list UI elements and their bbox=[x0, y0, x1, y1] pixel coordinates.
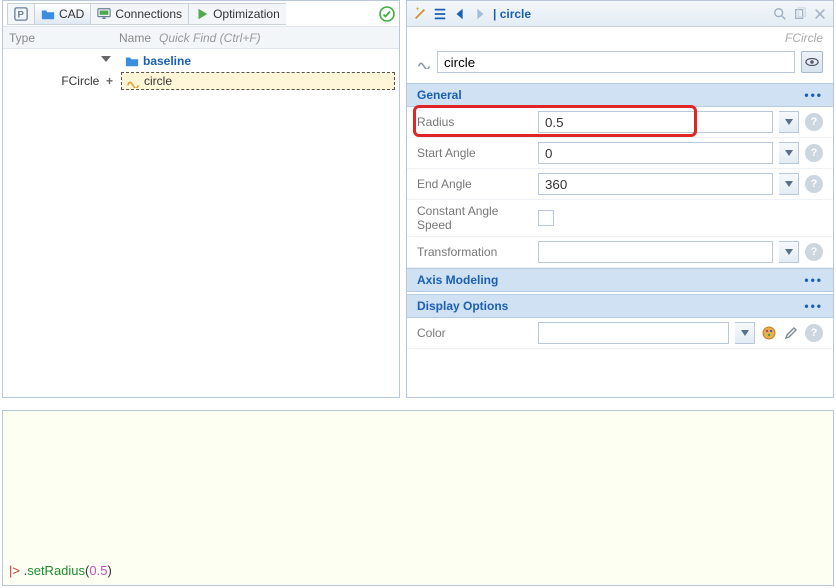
console[interactable]: |> .setRadius(0.5) bbox=[2, 410, 834, 586]
section-display[interactable]: Display Options••• bbox=[407, 294, 833, 318]
edit-icon[interactable] bbox=[783, 325, 799, 341]
svg-text:P: P bbox=[18, 9, 25, 20]
node-label: baseline bbox=[143, 54, 191, 68]
prev-icon[interactable] bbox=[453, 7, 467, 21]
curve-icon bbox=[126, 74, 140, 88]
help-icon[interactable]: ? bbox=[805, 243, 823, 261]
name-input[interactable] bbox=[437, 51, 795, 73]
wand-icon[interactable] bbox=[413, 7, 427, 21]
end-angle-label: End Angle bbox=[417, 177, 532, 191]
tree-header: Type Name Quick Find (Ctrl+F) bbox=[3, 27, 399, 49]
collapse-icon[interactable] bbox=[101, 56, 111, 66]
prop-constant-angle-speed: Constant Angle Speed bbox=[407, 200, 833, 237]
eye-icon bbox=[805, 55, 819, 69]
cas-label: Constant Angle Speed bbox=[417, 204, 532, 232]
cas-checkbox[interactable] bbox=[538, 210, 554, 226]
more-icon[interactable]: ••• bbox=[804, 299, 823, 313]
trans-input[interactable] bbox=[538, 241, 773, 263]
left-toolbar: P CAD Connections Optimization bbox=[3, 1, 399, 27]
tree-row-baseline[interactable]: baseline bbox=[7, 51, 395, 71]
search-icon[interactable] bbox=[773, 7, 787, 21]
radius-input[interactable] bbox=[538, 111, 773, 133]
curve-icon bbox=[417, 55, 431, 69]
more-icon[interactable]: ••• bbox=[804, 273, 823, 287]
palette-icon[interactable] bbox=[761, 325, 777, 341]
tab-cad-label: CAD bbox=[59, 7, 84, 21]
trans-label: Transformation bbox=[417, 245, 532, 259]
row-type: FCircle bbox=[61, 74, 99, 88]
section-axis[interactable]: Axis Modeling••• bbox=[407, 268, 833, 292]
node-label: circle bbox=[144, 74, 172, 88]
prop-color: Color ? bbox=[407, 318, 833, 349]
color-input[interactable] bbox=[538, 322, 729, 344]
more-icon[interactable]: ••• bbox=[804, 88, 823, 102]
color-label: Color bbox=[417, 326, 532, 340]
expand-icon[interactable]: + bbox=[106, 74, 113, 88]
chevron-down-icon[interactable] bbox=[779, 111, 799, 133]
name-row bbox=[407, 47, 833, 83]
chevron-down-icon[interactable] bbox=[779, 142, 799, 164]
tree: baseline FCircle + circle bbox=[3, 49, 399, 397]
list-icon[interactable] bbox=[433, 7, 447, 21]
start-angle-label: Start Angle bbox=[417, 146, 532, 160]
copy-icon[interactable] bbox=[793, 7, 807, 21]
play-icon bbox=[195, 7, 209, 21]
help-icon[interactable]: ? bbox=[805, 144, 823, 162]
tree-row-circle[interactable]: FCircle + circle bbox=[7, 71, 395, 91]
quick-find[interactable]: Quick Find (Ctrl+F) bbox=[153, 31, 399, 45]
radius-label: Radius bbox=[417, 115, 532, 129]
close-icon[interactable] bbox=[813, 7, 827, 21]
tab-p[interactable]: P bbox=[7, 3, 34, 25]
visibility-button[interactable] bbox=[801, 51, 823, 73]
end-angle-input[interactable] bbox=[538, 173, 773, 195]
folder-icon bbox=[125, 54, 139, 68]
prop-radius: Radius ? bbox=[407, 107, 833, 138]
prop-end-angle: End Angle ? bbox=[407, 169, 833, 200]
right-toolbar: | circle bbox=[407, 1, 833, 27]
prop-transformation: Transformation ? bbox=[407, 237, 833, 268]
tab-connections-label: Connections bbox=[115, 7, 182, 21]
folder-icon bbox=[41, 7, 55, 21]
tab-optimization-label: Optimization bbox=[213, 7, 280, 21]
tab-connections[interactable]: Connections bbox=[90, 3, 188, 25]
col-type[interactable]: Type bbox=[3, 31, 113, 45]
status-ok-icon bbox=[379, 6, 395, 22]
prop-start-angle: Start Angle ? bbox=[407, 138, 833, 169]
tab-cad[interactable]: CAD bbox=[34, 3, 90, 25]
monitor-icon bbox=[97, 7, 111, 21]
console-line: |> .setRadius(0.5) bbox=[9, 563, 112, 579]
right-subtitle: FCircle bbox=[407, 27, 833, 47]
chevron-down-icon[interactable] bbox=[779, 241, 799, 263]
help-icon[interactable]: ? bbox=[805, 113, 823, 131]
help-icon[interactable]: ? bbox=[805, 175, 823, 193]
section-general[interactable]: General••• bbox=[407, 83, 833, 107]
start-angle-input[interactable] bbox=[538, 142, 773, 164]
chevron-down-icon[interactable] bbox=[735, 322, 755, 344]
p-icon: P bbox=[14, 7, 28, 21]
tab-optimization[interactable]: Optimization bbox=[188, 3, 286, 25]
next-icon[interactable] bbox=[473, 7, 487, 21]
right-title: | circle bbox=[493, 7, 531, 21]
col-name[interactable]: Name bbox=[113, 31, 153, 45]
chevron-down-icon[interactable] bbox=[779, 173, 799, 195]
help-icon[interactable]: ? bbox=[805, 324, 823, 342]
